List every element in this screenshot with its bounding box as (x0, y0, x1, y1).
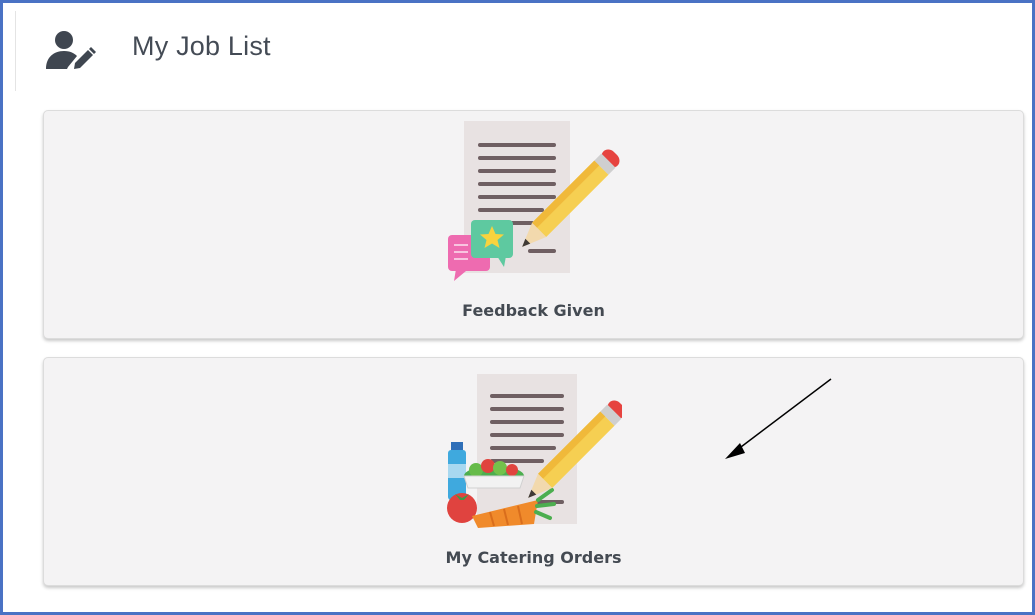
pointer-arrow-icon (725, 378, 832, 459)
app-frame: My Job List Feedback Given My Catering O… (0, 0, 1035, 615)
feedback-given-card[interactable]: Feedback Given (43, 110, 1024, 339)
my-catering-orders-label: My Catering Orders (445, 548, 622, 567)
page-header: My Job List (15, 11, 1020, 91)
catering-orders-icon (447, 374, 622, 528)
feedback-document-icon (448, 121, 620, 281)
user-edit-icon (46, 31, 96, 69)
page-title: My Job List (132, 31, 271, 61)
feedback-given-label: Feedback Given (462, 301, 605, 320)
my-catering-orders-card[interactable]: My Catering Orders (43, 357, 1024, 586)
